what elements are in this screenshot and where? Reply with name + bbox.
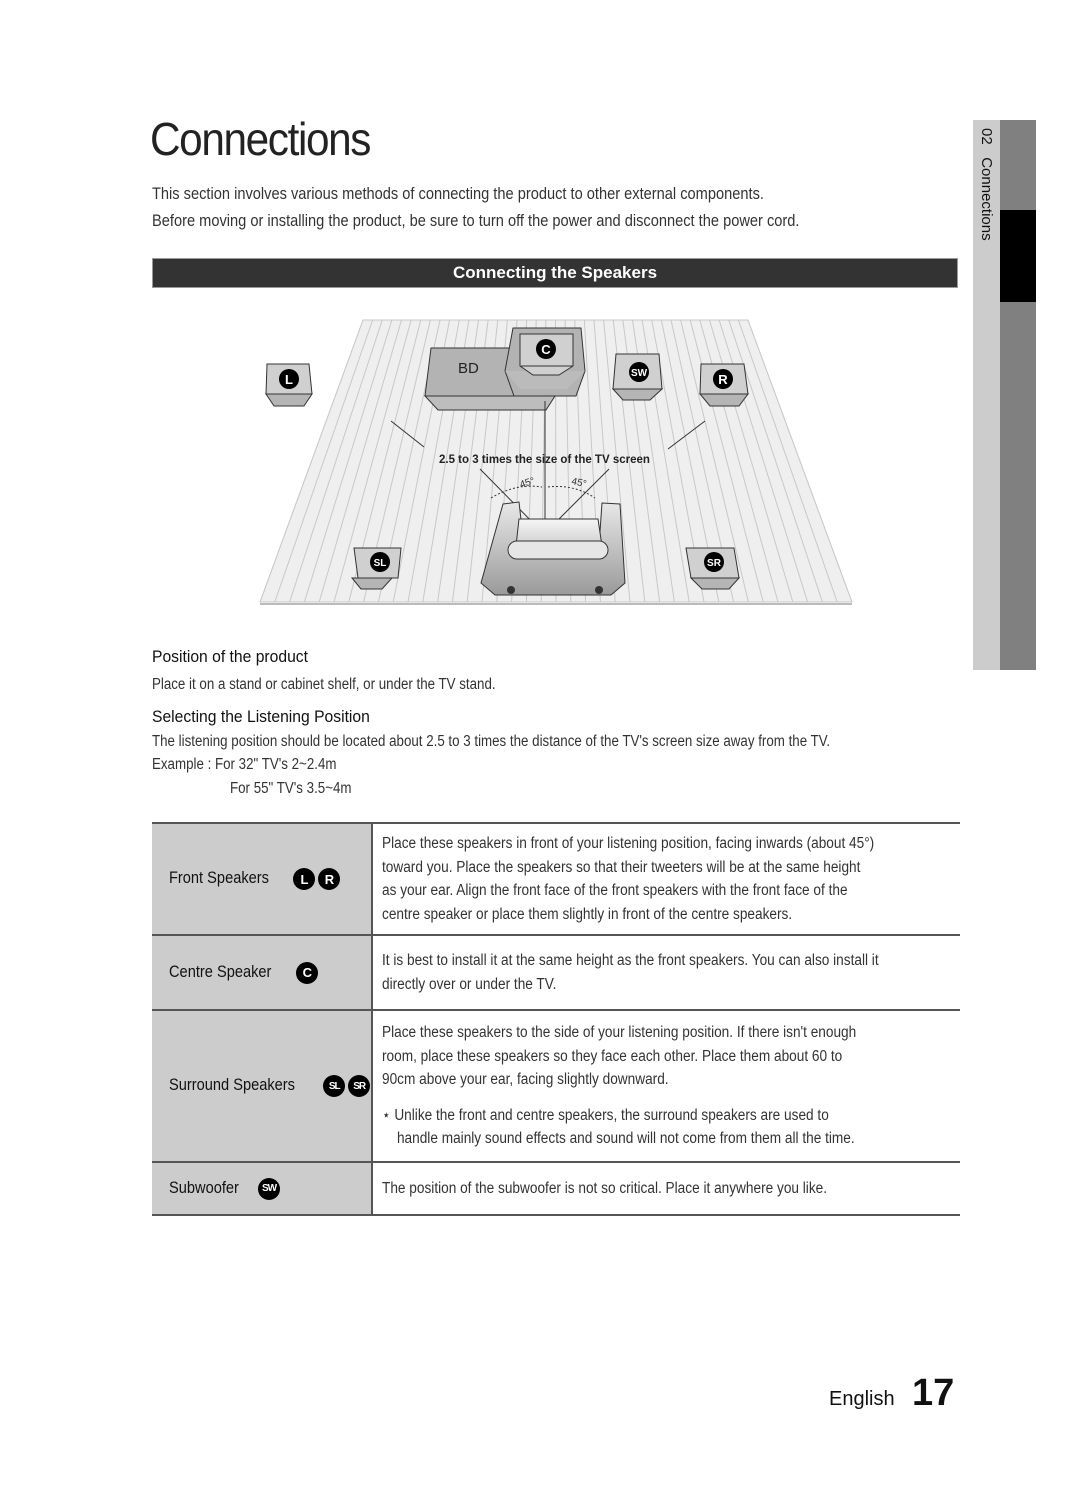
badge-R: R	[718, 372, 728, 387]
row-desc-subwoofer: The position of the subwoofer is not so …	[372, 1161, 960, 1216]
chapter-tab-label: 02 Connections	[973, 128, 1000, 328]
badge-SR: SR	[707, 558, 722, 569]
badge-SR: SR	[348, 1075, 371, 1097]
listening-heading: Selecting the Listening Position	[152, 708, 370, 726]
distance-label: 2.5 to 3 times the size of the TV screen	[439, 454, 650, 466]
position-text: Place it on a stand or cabinet shelf, or…	[152, 676, 496, 693]
badge-R: R	[317, 868, 340, 890]
row-label-front: Front Speakers LR	[152, 822, 374, 936]
row-label-surround: Surround Speakers SL SR	[152, 1009, 374, 1163]
speaker-layout-diagram: L BD C SW R 2.5 to 3 times the size of t…	[259, 319, 853, 605]
badge-SW: SW	[258, 1177, 281, 1200]
badge-C: C	[295, 961, 318, 984]
table-row: Centre Speaker C It is best to install i…	[152, 934, 960, 1011]
speaker-front-right: R	[698, 363, 749, 407]
badge-C: C	[541, 342, 551, 357]
badge-SL: SL	[374, 558, 387, 569]
row-label-centre: Centre Speaker C	[152, 934, 374, 1011]
row-desc-centre: It is best to install it at the same hei…	[372, 934, 960, 1011]
section-header: Connecting the Speakers	[152, 258, 958, 288]
surround-note-line-1: ⋆ Unlike the front and centre speakers, …	[382, 1106, 830, 1124]
table-row: Front Speakers LR Place these speakers i…	[152, 822, 960, 936]
speaker-placement-table: Front Speakers LR Place these speakers i…	[152, 822, 960, 1216]
surround-note-line-2: handle mainly sound effects and sound wi…	[397, 1130, 855, 1148]
badge-SW: SW	[631, 368, 648, 379]
listening-example-2: For 55" TV's 3.5~4m	[230, 780, 352, 797]
badge-L: L	[292, 868, 315, 890]
listening-text: The listening position should be located…	[152, 733, 831, 750]
chapter-title: Connections	[978, 157, 995, 241]
row-label-subwoofer: Subwoofer SW	[152, 1161, 374, 1216]
bd-label: BD	[458, 360, 479, 377]
row-desc-front: Place these speakers in front of your li…	[372, 822, 960, 936]
chapter-tab-indicator	[1000, 210, 1036, 302]
position-heading: Position of the product	[152, 648, 308, 666]
page-number: 17	[912, 1372, 955, 1414]
table-row: Subwoofer SW The position of the subwoof…	[152, 1161, 960, 1216]
listening-example-1: Example : For 32" TV's 2~2.4m	[152, 756, 337, 773]
speaker-subwoofer: SW	[611, 353, 664, 401]
intro-line-1: This section involves various methods of…	[152, 184, 764, 203]
row-desc-surround: Place these speakers to the side of your…	[372, 1009, 960, 1163]
footer-language: English	[829, 1388, 895, 1410]
page-title: Connections	[150, 113, 371, 165]
chapter-tab-dark	[1000, 120, 1036, 670]
badge-SL: SL	[323, 1075, 346, 1097]
table-row: Surround Speakers SL SR Place these speak…	[152, 1009, 960, 1163]
chapter-number: 02	[978, 128, 995, 145]
badge-L: L	[285, 372, 293, 387]
speaker-front-left: L	[265, 363, 313, 407]
intro-line-2: Before moving or installing the product,…	[152, 211, 800, 230]
